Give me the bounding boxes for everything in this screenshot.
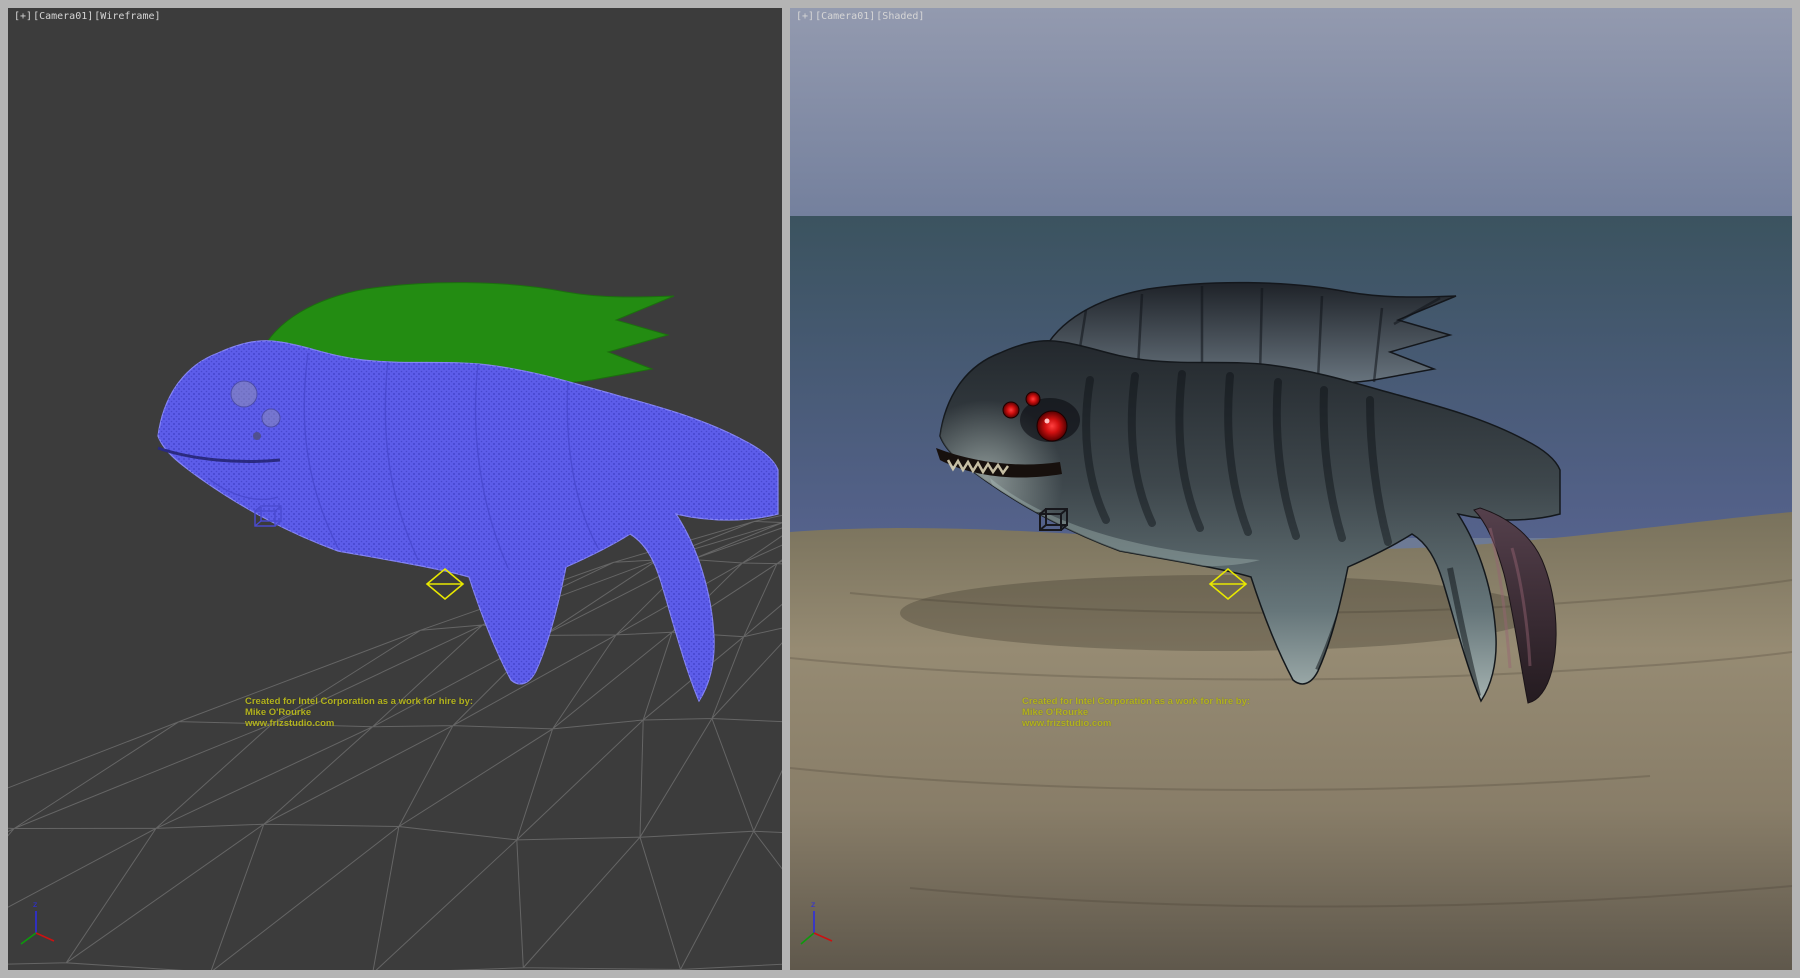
eye-highlight	[1045, 419, 1050, 424]
attribution-line: www.frizstudio.com	[1022, 718, 1250, 729]
wireframe-fish[interactable]	[158, 341, 778, 701]
viewport-menu-general[interactable]: [+]	[796, 11, 814, 22]
attribution-line: Created for Intel Corporation as a work …	[1022, 696, 1250, 707]
x-axis-icon	[36, 933, 54, 941]
fish-nostril	[253, 432, 261, 440]
fish-eye-small	[1026, 392, 1040, 406]
fish-eye	[262, 409, 280, 427]
attribution-line: Mike O'Rourke	[245, 707, 473, 718]
fish-eye	[231, 381, 257, 407]
viewport-label: [+] [Camera01] [Shaded]	[796, 11, 924, 22]
attribution-line: Mike O'Rourke	[1022, 707, 1250, 718]
attribution-line: Created for Intel Corporation as a work …	[245, 696, 473, 707]
dual-viewport-window: [+] [Camera01] [Wireframe]	[0, 0, 1800, 978]
z-axis-label: z	[33, 900, 37, 909]
viewport-label: [+] [Camera01] [Wireframe]	[14, 11, 161, 22]
y-axis-icon	[21, 933, 36, 944]
viewport-menu-general[interactable]: [+]	[14, 11, 32, 22]
fish-eye-small	[1003, 402, 1019, 418]
viewport-shaded[interactable]: [+] [Camera01] [Shaded]	[790, 8, 1792, 970]
axis-tripod: z	[21, 900, 54, 944]
viewport-menu-pov[interactable]: [Camera01]	[815, 11, 875, 22]
sky	[790, 8, 1792, 216]
z-axis-label: z	[811, 900, 815, 909]
fish-eye-large	[1037, 411, 1067, 441]
viewport-wireframe[interactable]: [+] [Camera01] [Wireframe]	[8, 8, 782, 970]
attribution-line: www.frizstudio.com	[245, 718, 473, 729]
attribution-text: Created for Intel Corporation as a work …	[245, 696, 473, 729]
attribution-text: Created for Intel Corporation as a work …	[1022, 696, 1250, 729]
viewport-menu-shading[interactable]: [Wireframe]	[94, 11, 160, 22]
viewport-menu-shading[interactable]: [Shaded]	[876, 11, 924, 22]
viewport-menu-pov[interactable]: [Camera01]	[33, 11, 93, 22]
